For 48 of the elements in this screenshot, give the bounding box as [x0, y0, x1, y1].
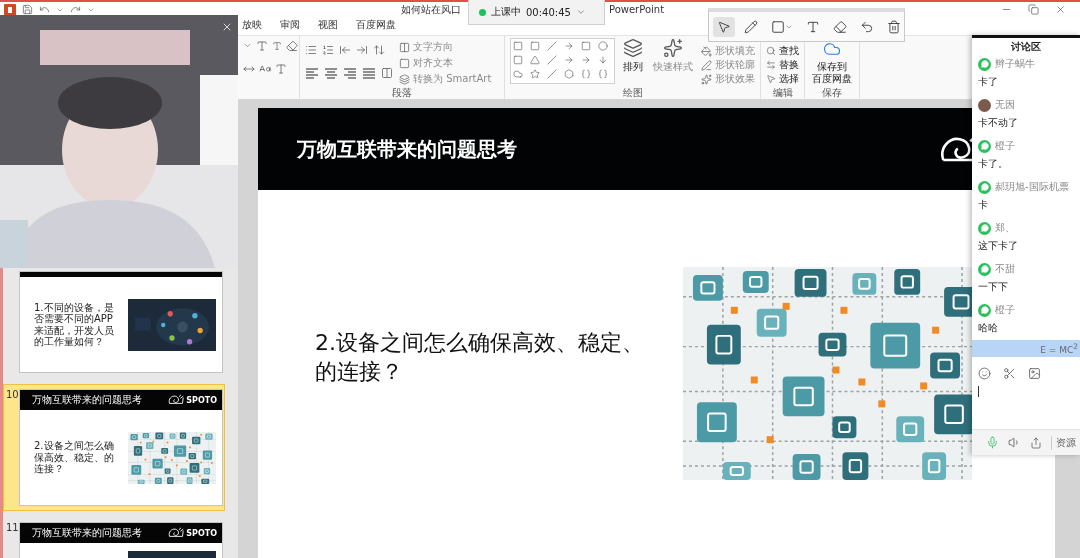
ribbon-tab[interactable]: 百度网盘 [354, 17, 398, 35]
group-label: 保存 [821, 86, 843, 99]
class-timer[interactable]: 上课中 00:40:45 [468, 0, 605, 25]
class-status: 上课中 [491, 5, 521, 19]
sender-name: 郝玥旭-国际机票 [995, 180, 1069, 194]
logo-text: SPOTO [186, 395, 217, 405]
slide-thumbnail-row[interactable]: 1.不同的设备，是否需要不同的APP来适配，开发人员的工作量如何？ [3, 266, 225, 378]
ribbon-command[interactable]: 替换 [766, 58, 799, 72]
message-text: 卡了 [978, 75, 999, 89]
sender-name: 辫子蜗牛 [995, 57, 1035, 71]
slide-thumbnail-row[interactable]: 11 万物互联带来的问题思考 SPOTO [3, 517, 225, 558]
resources-tab[interactable]: 资源 [1051, 435, 1076, 450]
elapsed-time: 00:40:45 [526, 6, 571, 18]
message-text: 卡不动了 [978, 116, 1019, 130]
ribbon-command[interactable]: 选择 [766, 72, 799, 86]
thumbnail-text: 1.不同的设备，是否需要不同的APP来适配，开发人员的工作量如何？ [34, 301, 115, 348]
slide-title: 万物互联带来的问题思考 [297, 135, 517, 163]
message-text: 卡 [978, 198, 989, 212]
slide-number: 10 [6, 389, 19, 402]
arrange-button[interactable]: 排列 [621, 38, 645, 86]
thumbnail-title: 万物互联带来的问题思考 [32, 526, 142, 540]
ribbon-tab[interactable]: 视图 [316, 17, 340, 35]
sender-name: 郑、 [995, 221, 1015, 235]
ribbon-tab[interactable]: 放映 [240, 17, 264, 35]
ribbon-command[interactable]: 查找 [766, 44, 799, 58]
save-to-cloud-button[interactable]: 保存到 百度网盘 [810, 38, 854, 86]
banner-text: E = MC$^{2}$ [1040, 342, 1078, 355]
thumbnail-text: 2.设备之间怎么确保高效、稳定、的连接？ [34, 440, 115, 475]
group-label: 编辑 [771, 86, 794, 99]
group-label: 绘图 [621, 86, 644, 99]
logo-text: SPOTO [186, 528, 217, 538]
message-text: 这下卡了 [978, 239, 1019, 253]
slide-text: 2.设备之间怎么确保高效、稳定、的连接？ [315, 329, 645, 386]
sender-name: 橙子 [995, 139, 1015, 153]
sender-name: 无因 [995, 98, 1015, 112]
group-label: 段落 [391, 86, 413, 99]
slide-number: 11 [6, 522, 19, 535]
window-title: PowerPoint [609, 4, 665, 15]
sender-name: 不甜 [995, 262, 1015, 276]
slide-thumbnail-row[interactable]: 10 万物互联带来的问题思考 SPOTO 2.设备之间怎么确保高效、稳定、的连接？ [3, 384, 225, 511]
sender-name: 橙子 [995, 303, 1015, 317]
message-text: 卡了。 [978, 157, 1009, 171]
panel-title: 讨论区 [972, 35, 1080, 53]
window-title: 如何站在风口 [401, 2, 461, 17]
message-text: 一下下 [978, 280, 1009, 294]
thumbnail-title: 万物互联带来的问题思考 [32, 393, 142, 407]
message-text: 哈哈 [978, 321, 999, 335]
ribbon-tab[interactable]: 审阅 [278, 17, 302, 35]
